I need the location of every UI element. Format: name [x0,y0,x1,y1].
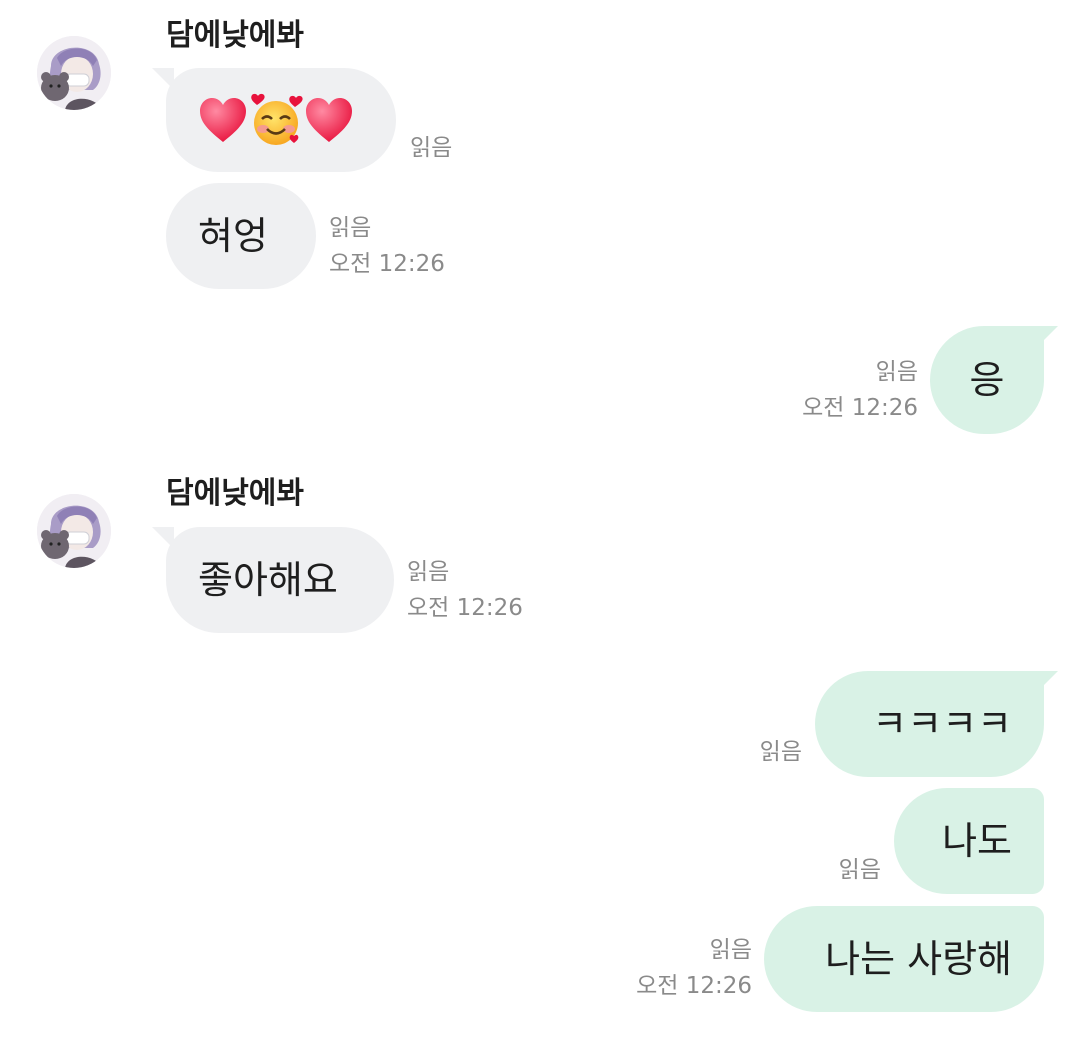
message-bubble[interactable]: 좋아해요 [166,527,394,633]
avatar-image [37,494,111,568]
timestamp: 오전 12:26 [407,595,523,621]
message-bubble[interactable]: 응 [930,326,1044,434]
message-bubble[interactable]: 나도 [894,788,1044,894]
read-receipt: 읽음 [709,937,752,963]
message-bubble-emoji[interactable] [166,68,396,172]
message-text: 혀엉 [198,214,268,258]
message-text: 나는 사랑해 [825,937,1012,981]
message-text: 좋아해요 [198,558,338,602]
timestamp: 오전 12:26 [636,973,752,999]
contact-avatar[interactable] [37,494,111,568]
message-bubble[interactable]: 혀엉 [166,183,316,289]
avatar-image [37,36,111,110]
message-text: 응 [969,358,1005,402]
read-receipt: 읽음 [759,739,802,765]
smiling-face-with-hearts-icon [251,93,303,145]
message-meta: 읽음 오전 12:26 [760,354,918,426]
message-bubble[interactable]: ㅋㅋㅋㅋ [815,671,1044,777]
heart-icon [200,98,246,142]
timestamp: 오전 12:26 [329,251,445,277]
message-meta: 읽음 오전 12:26 [407,554,523,626]
message-text: 나도 [942,819,1012,863]
message-text: ㅋㅋㅋㅋ [872,702,1012,746]
read-receipt: 읽음 [329,215,372,241]
sender-name: 담에낮에봐 [166,476,304,511]
message-meta: 읽음 오전 12:26 [329,210,445,282]
emoji-row [198,93,354,147]
message-meta: 읽음 오전 12:26 [600,932,752,1004]
timestamp: 오전 12:26 [802,395,918,421]
read-receipt: 읽음 [875,359,918,385]
heart-icon [306,98,352,142]
message-bubble[interactable]: 나는 사랑해 [764,906,1044,1012]
message-meta: 읽음 [700,734,802,770]
read-receipt: 읽음 [407,559,450,585]
read-receipt: 읽음 [838,857,881,883]
message-meta: 읽음 [410,130,452,166]
message-meta: 읽음 [780,852,881,888]
read-receipt: 읽음 [410,135,453,161]
contact-avatar[interactable] [37,36,111,110]
sender-name: 담에낮에봐 [166,18,304,53]
